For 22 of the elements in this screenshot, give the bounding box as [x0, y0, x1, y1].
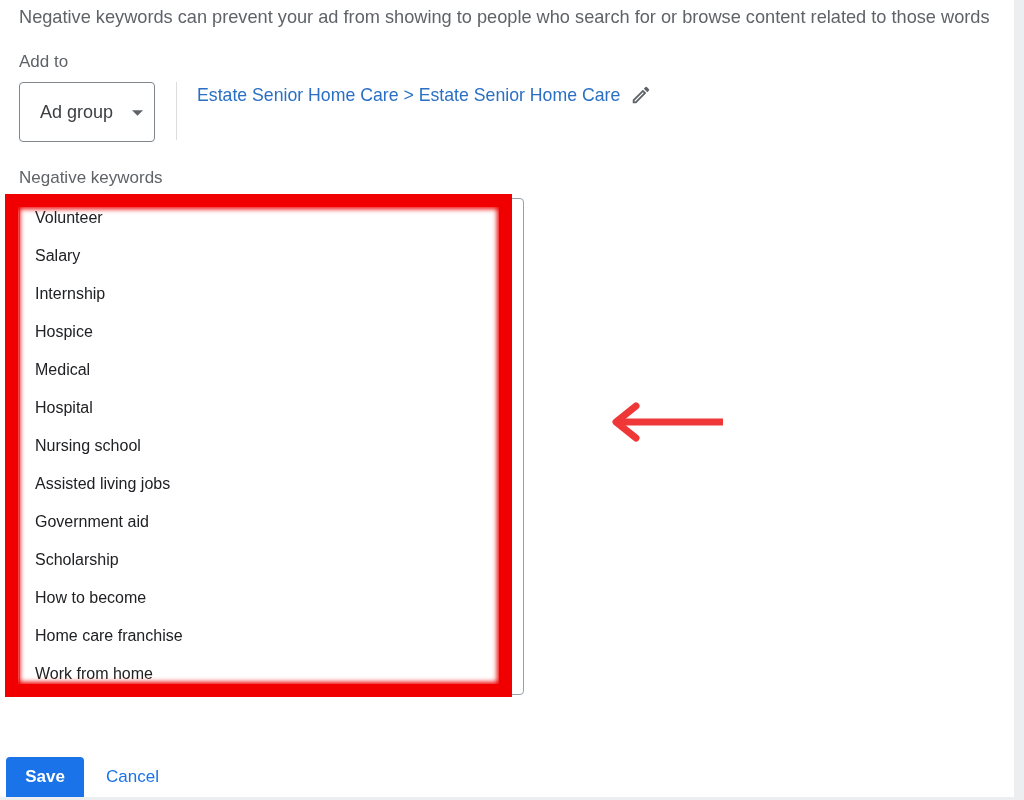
ad-group-link[interactable]: Estate Senior Home Care > Estate Senior Home Care — [197, 83, 621, 107]
keyword-text: Hospice — [35, 322, 94, 342]
keyword-text: Volunteer — [35, 208, 104, 228]
keyword-text: Government aid — [35, 512, 150, 532]
keyword-text: Internship — [35, 284, 107, 304]
keyword-text: Salary — [35, 246, 82, 266]
cancel-button[interactable]: Cancel — [98, 759, 167, 795]
keyword-text: Work from home — [35, 664, 154, 684]
caret-icon — [132, 110, 144, 116]
keyword-text: Assisted living jobs — [35, 474, 172, 494]
keyword-text: Hospital — [35, 398, 94, 418]
keyword-text: Medical — [35, 360, 92, 380]
save-button[interactable]: Save — [6, 757, 84, 797]
keywords-textarea[interactable]: Volunteer Salary Internship Hospice Medical Hospital Nursing school Assisted living jobs Government aid Scholarship How to become Home care franchise Work from home — [19, 198, 524, 695]
keyword-text: Home care franchise — [35, 626, 184, 646]
keyword-text: Nursing school — [35, 436, 142, 456]
field-label: Add to — [19, 51, 69, 73]
description-text: Negative keywords can prevent your ad from showing to people who search for or browse content related to those words — [19, 6, 990, 29]
keyword-text: How to become — [35, 588, 148, 608]
keyword-text: Scholarship — [35, 550, 120, 570]
field-label: Negative keywords — [19, 167, 163, 189]
ad-group-dropdown[interactable]: Ad group — [19, 82, 155, 142]
